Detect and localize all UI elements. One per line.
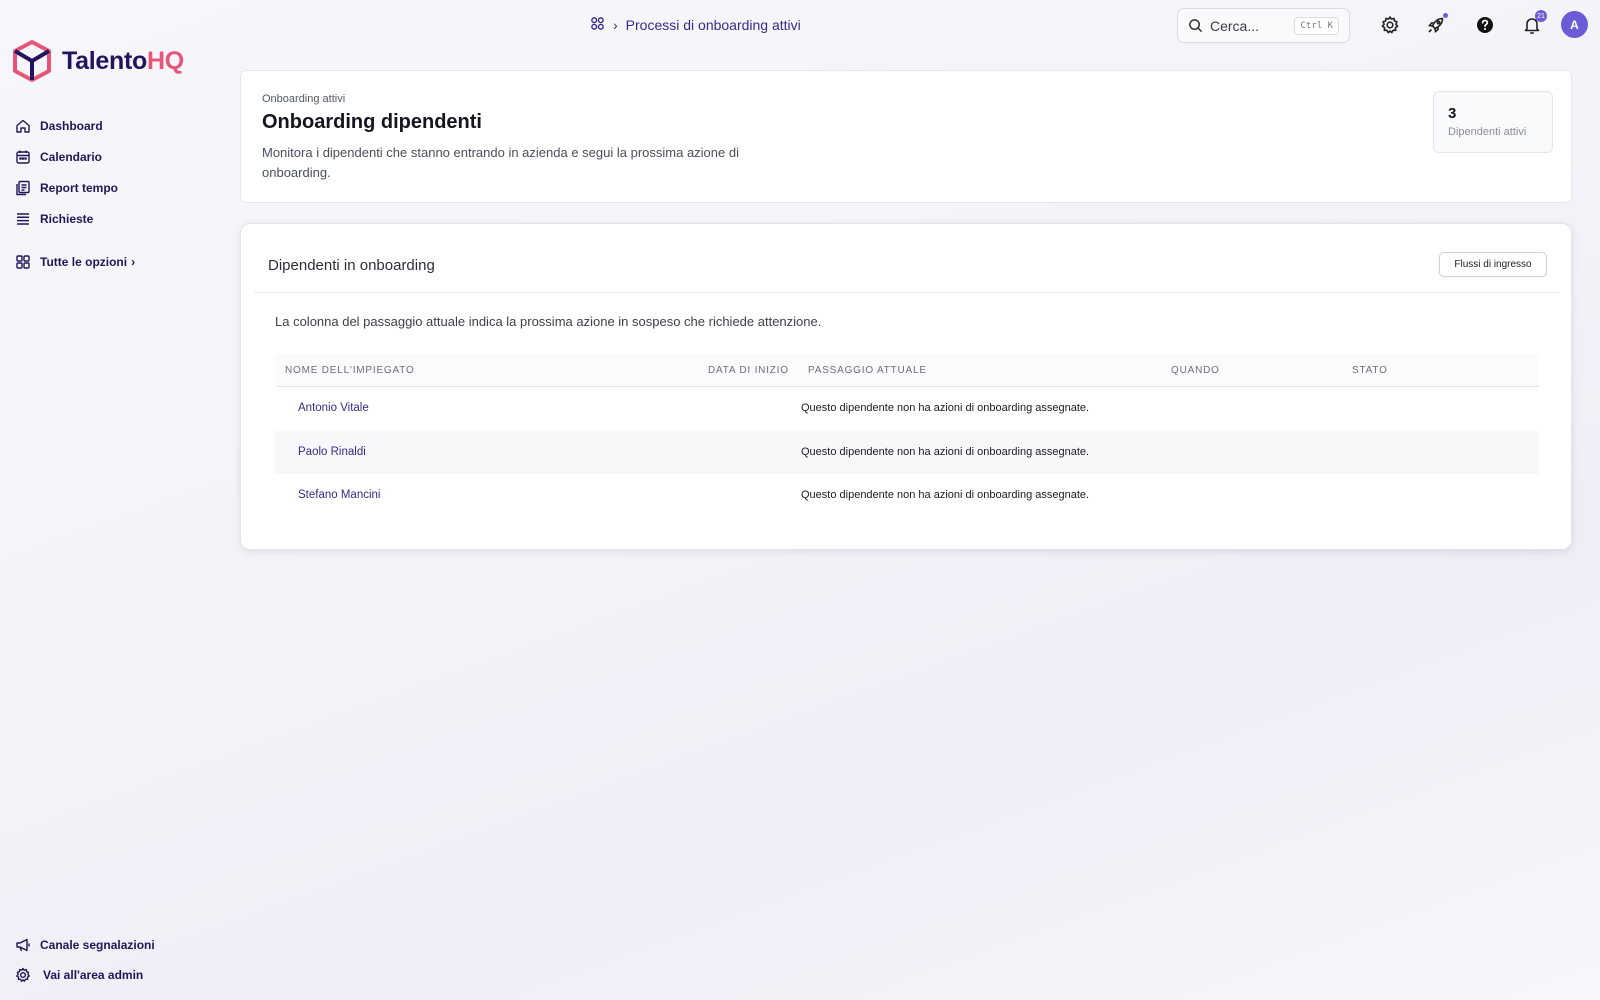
onboarding-list-card: Dipendenti in onboarding Flussi di ingre… bbox=[240, 223, 1572, 550]
divider bbox=[254, 292, 1560, 293]
page-eyebrow: Onboarding attivi bbox=[262, 93, 346, 105]
breadcrumb: › Processi di onboarding attivi bbox=[590, 16, 801, 34]
sidebar-item-canale-segnalazioni[interactable]: Canale segnalazioni bbox=[15, 930, 155, 960]
sidebar-item-label: Dashboard bbox=[40, 118, 103, 133]
list-title: Dipendenti in onboarding bbox=[268, 257, 435, 274]
avatar[interactable]: A bbox=[1561, 11, 1588, 38]
chevron-right-icon: › bbox=[613, 17, 618, 33]
stat-label: Dipendenti attivi bbox=[1448, 126, 1527, 138]
sidebar-item-dashboard[interactable]: Dashboard bbox=[15, 110, 135, 141]
current-step-text: Questo dipendente non ha azioni di onboa… bbox=[801, 402, 1090, 414]
page-header-card: Onboarding attivi Onboarding dipendenti … bbox=[240, 70, 1572, 203]
brand-name: TalentoHQ bbox=[62, 47, 184, 76]
sidebar-nav: Dashboard Calendario Report tempo Richie… bbox=[15, 110, 135, 277]
notification-count-badge: 21 bbox=[1535, 10, 1547, 22]
sidebar: TalentoHQ Dashboard Calendario Report te… bbox=[0, 0, 225, 1000]
employee-name-link[interactable]: Antonio Vitale bbox=[298, 402, 369, 414]
gear-icon bbox=[1381, 16, 1399, 34]
sidebar-item-label: Canale segnalazioni bbox=[40, 938, 155, 952]
grid-icon bbox=[15, 254, 31, 270]
sidebar-item-admin[interactable]: Vai all'area admin bbox=[15, 960, 155, 990]
rocket-indicator-dot bbox=[1443, 13, 1448, 18]
help-icon bbox=[1477, 17, 1493, 33]
search-placeholder: Cerca... bbox=[1210, 17, 1260, 34]
list-note: La colonna del passaggio attuale indica … bbox=[275, 314, 822, 329]
search-shortcut: Ctrl K bbox=[1294, 16, 1339, 35]
table-row: Paolo Rinaldi Questo dipendente non ha a… bbox=[275, 430, 1539, 474]
notifications-button[interactable]: 21 bbox=[1521, 10, 1547, 36]
column-header-status[interactable]: Stato bbox=[1352, 365, 1388, 376]
page-description: Monitora i dipendenti che stanno entrand… bbox=[262, 145, 739, 180]
flussi-di-ingresso-button[interactable]: Flussi di ingresso bbox=[1439, 252, 1547, 277]
employee-name-link[interactable]: Stefano Mancini bbox=[298, 489, 380, 501]
sidebar-item-tutte-le-opzioni[interactable]: Tutte le opzioni › bbox=[15, 246, 135, 277]
table-header: Nome dell'impiegato Data di inizio Passa… bbox=[275, 354, 1539, 387]
chevron-right-icon: › bbox=[131, 254, 136, 269]
page-title: Onboarding dipendenti bbox=[262, 111, 482, 133]
help-button[interactable] bbox=[1474, 14, 1496, 36]
gear-icon bbox=[15, 967, 31, 983]
column-header-name[interactable]: Nome dell'impiegato bbox=[285, 365, 415, 376]
table-row: Stefano Mancini Questo dipendente non ha… bbox=[275, 474, 1539, 518]
column-header-current-step[interactable]: Passaggio attuale bbox=[808, 365, 927, 376]
column-header-start-date[interactable]: Data di inizio bbox=[708, 365, 789, 376]
sidebar-item-label: Vai all'area admin bbox=[43, 968, 144, 982]
topbar: › Processi di onboarding attivi Cerca...… bbox=[0, 0, 1600, 50]
megaphone-icon bbox=[15, 937, 31, 953]
sidebar-item-richieste[interactable]: Richieste bbox=[15, 203, 135, 234]
active-employees-stat: 3 Dipendenti attivi bbox=[1433, 91, 1553, 153]
brand-name-part1: Talento bbox=[62, 46, 147, 75]
column-header-when[interactable]: Quando bbox=[1171, 365, 1220, 376]
employee-name-link[interactable]: Paolo Rinaldi bbox=[298, 446, 366, 458]
sidebar-bottom: Canale segnalazioni Vai all'area admin bbox=[15, 930, 155, 990]
rocket-icon bbox=[1428, 17, 1444, 33]
sidebar-item-label: Report tempo bbox=[40, 180, 118, 195]
brand-name-part2: HQ bbox=[146, 46, 184, 75]
current-step-text: Questo dipendente non ha azioni di onboa… bbox=[801, 489, 1090, 501]
report-icon bbox=[15, 180, 31, 196]
apps-grid-icon[interactable] bbox=[590, 16, 605, 34]
settings-button[interactable] bbox=[1379, 14, 1401, 36]
breadcrumb-current: Processi di onboarding attivi bbox=[625, 17, 801, 33]
stat-value: 3 bbox=[1448, 105, 1457, 122]
search-icon bbox=[1189, 19, 1203, 33]
sidebar-item-calendario[interactable]: Calendario bbox=[15, 141, 135, 172]
search-input[interactable]: Cerca... Ctrl K bbox=[1177, 8, 1350, 43]
sidebar-item-label: Tutte le opzioni bbox=[40, 254, 128, 269]
rocket-button[interactable] bbox=[1425, 13, 1448, 36]
calendar-icon bbox=[15, 149, 31, 165]
table-row: Antonio Vitale Questo dipendente non ha … bbox=[275, 387, 1539, 431]
sidebar-item-label: Calendario bbox=[40, 149, 103, 164]
onboarding-table: Nome dell'impiegato Data di inizio Passa… bbox=[275, 354, 1539, 518]
sidebar-item-report-tempo[interactable]: Report tempo bbox=[15, 172, 135, 203]
current-step-text: Questo dipendente non ha azioni di onboa… bbox=[801, 445, 1090, 458]
home-icon bbox=[15, 118, 31, 134]
sidebar-item-label: Richieste bbox=[40, 211, 94, 226]
list-icon bbox=[15, 211, 31, 227]
